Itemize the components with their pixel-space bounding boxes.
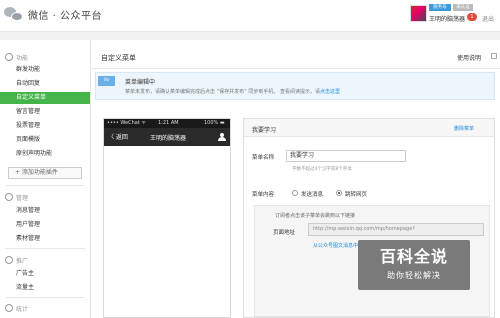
sidebar-item-materials[interactable]: 素材管理 xyxy=(0,233,90,245)
sidebar-item-messages[interactable]: 消息管理 xyxy=(0,205,90,217)
manage-icon xyxy=(5,193,13,201)
page-url-input[interactable]: http://mp.weixin.qq.com/mp/homepage? xyxy=(308,223,484,236)
section-label: 管理 xyxy=(16,195,29,202)
carrier-label: •••• WeChat ᯤ xyxy=(107,120,146,126)
help-link[interactable]: 使用说明 xyxy=(457,53,481,62)
from-article-link[interactable]: 从公众号图文消息中 xyxy=(313,242,358,249)
user-name[interactable]: 王明的脑荡器 xyxy=(429,14,465,23)
stats-icon xyxy=(5,304,13,312)
send-message-label[interactable]: 发送消息 xyxy=(301,190,323,198)
logout-link[interactable]: 退出 xyxy=(482,14,494,23)
notice-title: 菜单编辑中 xyxy=(125,79,156,86)
top-header: 微信 · 公众平台 服务号 未认证 王明的脑荡器 1 退出 xyxy=(0,0,500,32)
brand[interactable]: 微信 · 公众平台 xyxy=(4,6,102,22)
name-hint: 字数不超过4个汉字或8个字母 xyxy=(292,167,352,172)
sidebar-section-promote: 推广 xyxy=(0,254,90,266)
promote-icon xyxy=(5,256,13,264)
phone-status-bar: •••• WeChat ᯤ 1:21 AM 100% ▬ xyxy=(104,119,230,128)
sidebar-item-publisher[interactable]: 流量主 xyxy=(0,282,90,294)
back-button[interactable]: 〈 返回 xyxy=(108,132,128,141)
delete-menu-link[interactable]: 删除菜单 xyxy=(454,125,474,132)
sidebar-section-function: 功能 xyxy=(0,51,90,63)
content-label: 菜单内容 xyxy=(252,192,275,198)
account-type-badge: 服务号 xyxy=(429,4,451,11)
sidebar-item-page-templates[interactable]: 页面模版 xyxy=(0,134,90,146)
avatar[interactable] xyxy=(410,5,427,22)
divider xyxy=(91,68,500,69)
sidebar-item-auto-reply[interactable]: 自动回复 xyxy=(0,78,90,90)
watermark-title: 百科全说 xyxy=(379,247,448,266)
page-title: 自定义菜单 xyxy=(101,54,136,62)
info-icon: ifo xyxy=(98,76,115,86)
menu-title: 我要学习 xyxy=(252,127,277,134)
account-title: 王明的脑荡器 xyxy=(150,135,187,142)
sidebar: 功能 群发功能 自动回复 自定义菜单 留言管理 投票管理 页面模版 原创声明功能… xyxy=(0,40,90,318)
phone-nav-bar: 〈 返回 王明的脑荡器 xyxy=(104,128,230,146)
notice-desc: 菜单未发布，请确认菜单编辑完成后点击 “保存并发布” 同步到手机。 查看阅读提示… xyxy=(125,89,320,95)
sidebar-item-mass-send[interactable]: 群发功能 xyxy=(0,64,90,76)
section-label: 统计 xyxy=(16,306,29,313)
user-area: 服务号 未认证 王明的脑荡器 1 退出 xyxy=(410,3,500,25)
notice-text: 菜单未发布，请确认菜单编辑完成后点击 “保存并发布” 同步到手机。 查看阅读提示… xyxy=(125,88,340,95)
name-label: 菜单名称 xyxy=(252,155,275,161)
clock: 1:21 AM xyxy=(158,120,179,126)
verify-badge: 未认证 xyxy=(453,4,473,11)
jump-description: 订阅者点击该子菜单会跳到以下链接 xyxy=(275,213,356,219)
divider xyxy=(5,297,85,298)
help-icon[interactable] xyxy=(491,53,497,59)
function-icon xyxy=(5,53,13,61)
person-icon[interactable] xyxy=(218,133,226,141)
brand-title: 微信 · 公众平台 xyxy=(28,10,103,22)
sidebar-item-comments[interactable]: 留言管理 xyxy=(0,106,90,118)
wechat-logo-icon xyxy=(4,6,24,22)
sidebar-item-custom-menu[interactable]: 自定义菜单 xyxy=(0,92,90,104)
battery-indicator: 100% ▬ xyxy=(204,120,225,126)
section-label: 推广 xyxy=(16,258,29,265)
watermark: 百科全说 助你轻松解决 xyxy=(358,240,470,290)
jump-page-label[interactable]: 跳转网页 xyxy=(345,190,367,198)
divider xyxy=(5,248,85,249)
sidebar-item-original[interactable]: 原创声明功能 xyxy=(0,148,90,160)
editor-header: 我要学习 删除菜单 xyxy=(244,119,494,137)
sidebar-section-stats: 统计 xyxy=(0,302,90,314)
phone-preview: •••• WeChat ᯤ 1:21 AM 100% ▬ 〈 返回 王明的脑荡器 xyxy=(103,118,231,318)
send-message-radio[interactable] xyxy=(292,190,298,196)
add-plugin-button[interactable]: + 添加功能插件 xyxy=(8,167,82,179)
section-label: 功能 xyxy=(16,55,29,62)
notice-link[interactable]: 点击这里 xyxy=(320,89,340,95)
sidebar-item-advertiser[interactable]: 广告主 xyxy=(0,268,90,280)
jump-page-radio[interactable] xyxy=(336,190,342,196)
divider xyxy=(5,185,85,186)
sidebar-section-manage: 管理 xyxy=(0,191,90,203)
sidebar-item-votes[interactable]: 投票管理 xyxy=(0,120,90,132)
sidebar-item-users[interactable]: 用户管理 xyxy=(0,219,90,231)
notice-bar: ifo 菜单编辑中 菜单未发布，请确认菜单编辑完成后点击 “保存并发布” 同步到… xyxy=(95,72,495,100)
watermark-subtitle: 助你轻松解决 xyxy=(387,271,441,280)
menu-name-input[interactable]: 我要学习 xyxy=(286,150,406,162)
message-count-badge[interactable]: 1 xyxy=(467,13,477,21)
page-url-label: 页面地址 xyxy=(273,230,296,236)
